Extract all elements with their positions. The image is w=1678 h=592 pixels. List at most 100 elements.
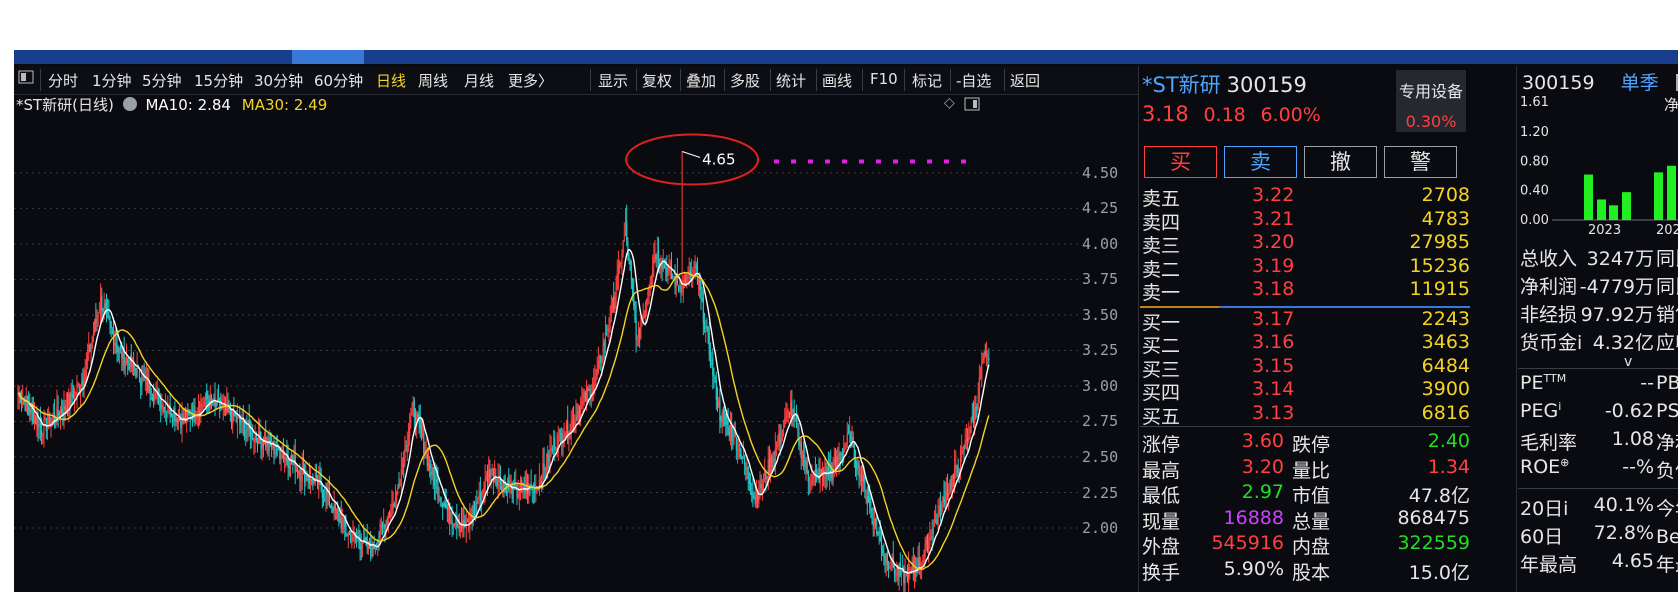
active-tab-indicator[interactable] [292,50,364,64]
candle-body [753,495,755,498]
tool-f10-button[interactable]: F10 [870,70,898,88]
candle-body [617,264,620,278]
period-tab-分时[interactable]: 分时 [48,70,78,91]
order-book-row[interactable]: 买四 3.14 3900 [1142,378,1470,404]
buy-button[interactable]: 买 [1144,146,1217,178]
candle-body [784,418,786,428]
diamond-icon[interactable]: ◇ [944,95,955,111]
candle-body [893,565,896,574]
order-book-row[interactable]: 买一 3.17 2243 [1142,308,1470,334]
candle-body [720,417,722,423]
candle-body [629,260,631,271]
period-tab-60min[interactable]: 60分钟 [314,70,363,91]
period-tab-weekly[interactable]: 周线 [418,70,448,91]
candle-body [585,389,588,402]
ma10-line [17,248,990,574]
candle-body [859,474,861,476]
mini-bar [1654,172,1663,220]
order-book-row[interactable]: 买三 3.15 6484 [1142,355,1470,381]
candle-body [315,474,318,478]
tab-single-quarter[interactable]: 单季 [1621,72,1659,94]
candle-body [975,406,977,410]
period-tab-monthly[interactable]: 月线 [464,70,494,91]
candle-body [930,539,932,541]
candle-body [102,308,104,312]
panel-toggle-icon[interactable] [18,69,34,89]
order-book-row[interactable]: 卖三 3.20 27985 [1142,231,1470,257]
candle-body [250,430,253,438]
candle-body [96,317,98,326]
sector-badge[interactable]: 专用设备 0.30% [1396,70,1466,132]
candle-body [433,475,436,486]
tool-mark-button[interactable]: 标记 [912,70,942,91]
sell-button[interactable]: 卖 [1224,146,1297,178]
candle-body [405,450,407,452]
candle-body [105,306,108,310]
candle-body [595,377,597,379]
order-book-row[interactable]: 买五 3.13 6816 [1142,402,1470,428]
order-book-row[interactable]: 卖二 3.19 15236 [1142,254,1470,281]
tool-back-button[interactable]: 返回 [1010,70,1040,91]
candle-body [706,325,708,329]
tool-overlay-button[interactable]: 叠加 [686,70,716,91]
candle-body [596,369,598,377]
tool-adjust-button[interactable]: 复权 [642,70,672,91]
candle-body [969,429,971,438]
candle-body [365,537,367,539]
period-tab-more[interactable]: 更多〉 [508,70,553,91]
fundamental-row: 总收入3247万同比% [1520,248,1678,270]
window-layout-icon[interactable] [964,96,980,115]
fundamentals-panel: 300159 单季 同季 则 净 1.611.200.800.400.00202… [1518,66,1678,592]
level-label: 卖一 [1142,282,1181,304]
tool-stats-button[interactable]: 统计 [776,70,806,91]
candle-body [849,428,851,432]
order-book-row[interactable]: 买二 3.16 3463 [1142,331,1470,357]
candle-body [388,512,391,516]
cancel-order-button[interactable]: 撤 [1304,146,1377,178]
order-book-row[interactable]: 卖一 3.18 11915 [1142,278,1470,304]
candle-body [131,361,134,369]
candle-body [354,537,356,539]
tool-multistock-button[interactable]: 多股 [730,70,760,91]
candle-body [841,450,844,456]
candle-body [718,402,720,407]
candle-body [754,498,756,504]
candle-body [711,359,713,366]
candle-body [653,257,655,265]
candle-body [345,524,347,534]
candle-body [936,520,938,525]
level-price: 3.19 [1252,254,1295,277]
settings-gear-icon[interactable] [122,97,137,111]
tool-draw-button[interactable]: 画线 [822,70,852,91]
kline-chart[interactable]: 4.65 [14,116,1078,592]
tool-watchlist-button[interactable]: -自选 [956,70,991,91]
candle-body [876,528,878,535]
candle-body [788,412,791,418]
candle-body [438,495,440,499]
candle-body [379,523,381,539]
candle-body [94,320,96,333]
candle-body [567,420,569,436]
candle-body [374,546,377,553]
candle-body [709,353,712,366]
candle-body [217,398,220,401]
candle-body [456,520,458,528]
alert-button[interactable]: 警 [1384,146,1457,178]
candle-body [621,253,623,264]
tab-same-quarter[interactable]: 同季 [1675,72,1678,94]
period-tab-15min[interactable]: 15分钟 [194,70,243,91]
candle-body [151,398,154,400]
candle-body [749,482,752,491]
candle-body [677,285,680,291]
candle-body [874,519,877,527]
candle-body [325,490,327,500]
tool-display-button[interactable]: 显示 [598,70,628,91]
period-tab-5min[interactable]: 5分钟 [142,70,182,91]
period-tab-30min[interactable]: 30分钟 [254,70,303,91]
period-tab-daily[interactable]: 日线 [376,70,406,91]
order-book-row[interactable]: 卖四 3.21 4783 [1142,208,1470,234]
candle-body [228,408,230,413]
order-book-row[interactable]: 卖五 3.22 2708 [1142,184,1470,210]
period-tab-1min[interactable]: 1分钟 [92,70,132,91]
candle-body [972,414,975,422]
